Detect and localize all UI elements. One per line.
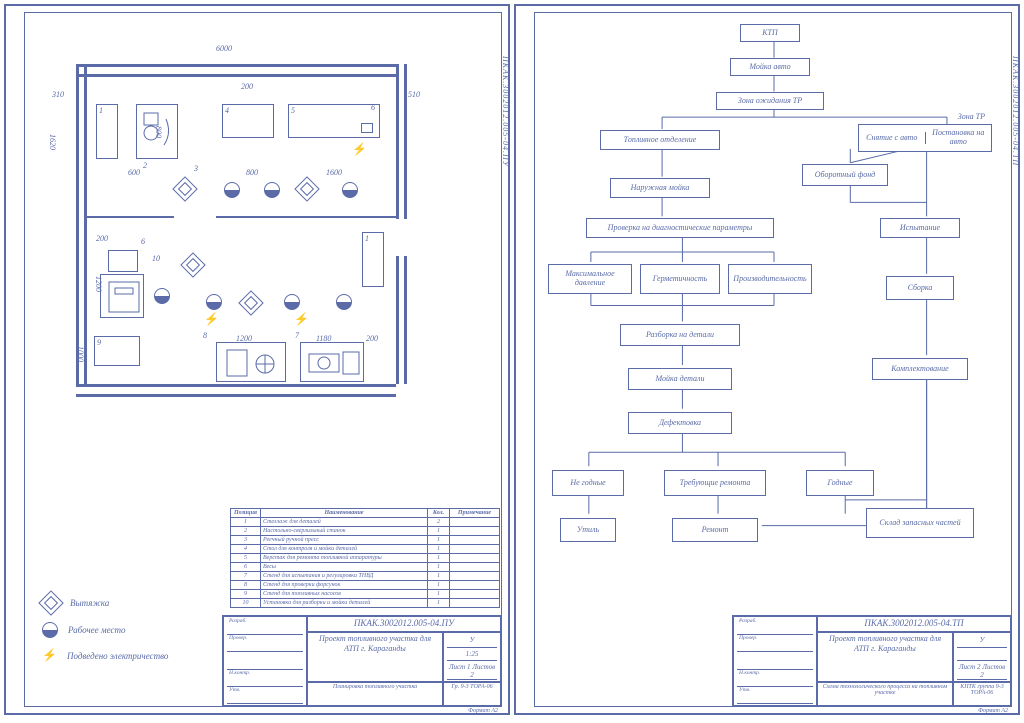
dim-200: 200 [241,82,253,91]
dim-1620: 1620 [48,134,57,150]
node-spares: Склад запасных частей [866,508,974,538]
dim-1600: 1600 [326,168,342,177]
node-ktp: КТП [740,24,800,42]
dim-6000: 6000 [216,44,232,53]
table-row: 9Стенд для топливных насосов1 [231,590,500,599]
node-maxp: Максимальное давление [548,264,632,294]
node-diag: Проверка на диагностические параметры [586,218,774,238]
node-assembly: Сборка [886,276,954,300]
side-code: ПКАК.3002012.005-04.ТП [1011,56,1020,166]
sheet-flowchart: ПКАК.3002012.005-04.ТП [514,4,1020,715]
parts-table: Позиция Наименование Кол. Примечание 1Ст… [230,508,500,608]
node-rev-fund: Оборотный фонд [802,164,888,186]
floor-plan: 6000 310 1620 200 510 600 800 800 1600 2… [46,46,426,406]
node-need-repair: Требующие ремонта [664,470,766,496]
title-block-left: Разраб.Провер.Н.контр.Утв. ПКАК.3002012.… [222,615,502,707]
legend-vent: Вытяжка [70,598,109,608]
node-fuel-dept: Топливное отделение [600,130,720,150]
dim-800b: 800 [246,168,258,177]
node-disasm: Разборка на детали [620,324,740,346]
node-zone-tr: Зона ТР Снятие с авто Постановка на авто [858,124,992,152]
flowchart: КТП Мойка авто Зона ожидания ТР Топливно… [540,18,1008,603]
node-kit: Комплектование [872,358,968,380]
format-note: Формат А2 [468,708,498,714]
legend: Вытяжка Рабочее место ⚡Подведено электри… [42,584,168,673]
node-scrap: Утиль [560,518,616,542]
table-row: 7Стенд для испытания и регулировки ТНВД1 [231,572,500,581]
node-good: Годные [806,470,874,496]
dim-200c: 200 [366,334,378,343]
node-herm: Герметичность [640,264,720,294]
dim-510: 510 [408,90,420,99]
format-note: Формат А2 [978,708,1008,714]
table-row: 8Стенд для проверки форсунок1 [231,581,500,590]
table-row: 2Настольно-сверлильный станок1 [231,527,500,536]
table-row: 1Стеллаж для деталей2 [231,518,500,527]
node-test: Испытание [880,218,960,238]
table-row: 5Верстак для ремонта топливной аппаратур… [231,554,500,563]
dim-1000: 1000 [76,346,85,362]
title-block-right: Разраб.Провер.Н.контр.Утв. ПКАК.3002012.… [732,615,1012,707]
table-row: 10Установка для разборки и мойки деталей… [231,599,500,608]
node-wait-tr: Зона ожидания ТР [716,92,824,110]
side-code: ПКАК.3002012.005-04.ПУ [501,56,510,167]
table-row: 6Весы1 [231,563,500,572]
legend-worker: Рабочее место [68,625,125,635]
dim-200b: 200 [96,234,108,243]
node-prod: Производительность [728,264,812,294]
table-row: 4Стол для контроля и мойки деталей1 [231,545,500,554]
node-wash-auto: Мойка авто [730,58,810,76]
node-part-wash: Мойка детали [628,368,732,390]
table-row: 3Реечный ручной пресс1 [231,536,500,545]
legend-elec: Подведено электричество [67,651,168,661]
node-repair: Ремонт [672,518,758,542]
node-bad: Не годные [552,470,624,496]
dim-310: 310 [52,90,64,99]
sheet-floorplan: ПКАК.3002012.005-04.ПУ 6000 310 1620 200… [4,4,510,715]
node-defect: Дефектовка [628,412,732,434]
node-ext-wash: Наружная мойка [610,178,710,198]
dim-600: 600 [128,168,140,177]
